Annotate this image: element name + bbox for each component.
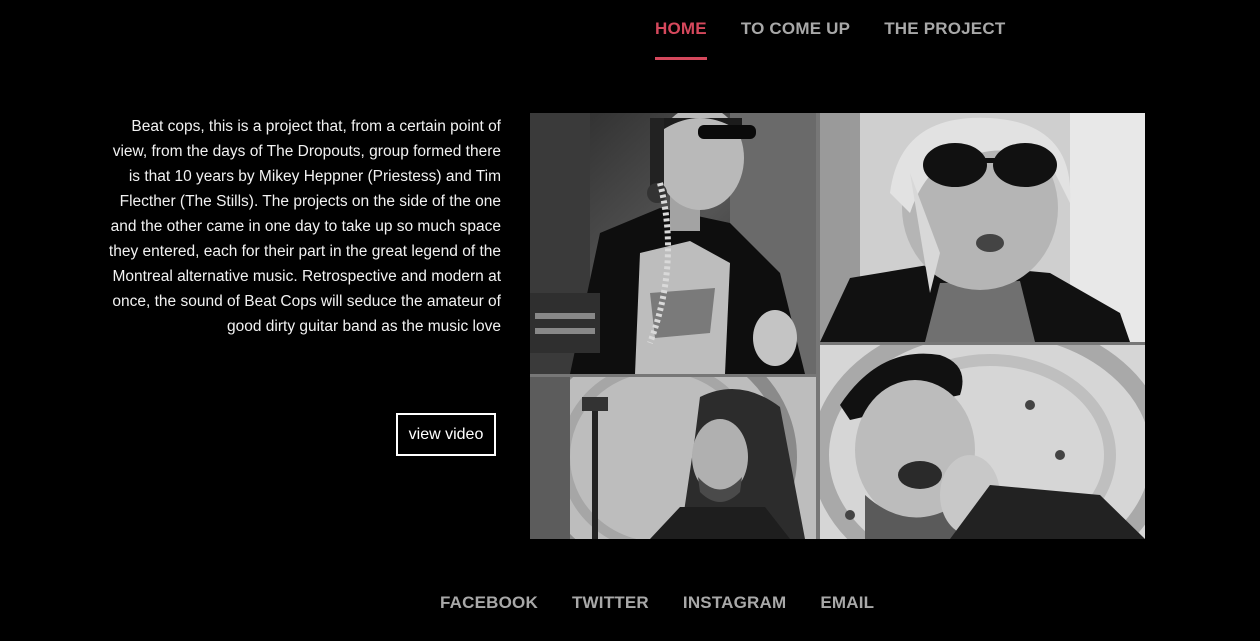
band-photo-sunglasses [820,113,1145,342]
nav-the-project-link[interactable]: THE PROJECT [884,0,1005,57]
band-photo-cap [820,345,1145,539]
band-photo-telephone [530,113,816,374]
email-link[interactable]: EMAIL [820,593,874,613]
instagram-link[interactable]: INSTAGRAM [683,593,786,613]
page: HOME TO COME UP THE PROJECT Beat cops, t… [0,0,1260,641]
intro-text: Beat cops, this is a project that, from … [108,118,501,335]
nav-home-link[interactable]: HOME [655,0,707,60]
footer-social-nav: FACEBOOK TWITTER INSTAGRAM EMAIL [440,593,908,613]
top-nav: HOME TO COME UP THE PROJECT [655,0,1039,60]
twitter-link[interactable]: TWITTER [572,593,649,613]
photo-collage [530,113,1145,539]
facebook-link[interactable]: FACEBOOK [440,593,538,613]
band-photo-long-hair [530,377,816,539]
nav-to-come-up-link[interactable]: TO COME UP [741,0,850,57]
view-video-button[interactable]: view video [396,413,496,456]
